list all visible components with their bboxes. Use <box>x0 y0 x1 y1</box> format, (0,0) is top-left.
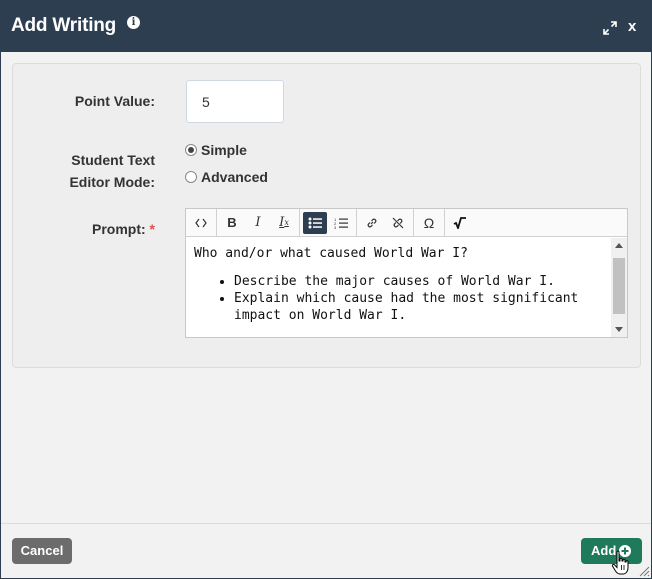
scrollbar-thumb[interactable] <box>613 258 625 314</box>
simple-radio[interactable] <box>185 144 197 156</box>
scroll-up-arrow-icon[interactable] <box>615 243 623 248</box>
advanced-radio-label[interactable]: Advanced <box>201 169 268 185</box>
bulleted-list-icon[interactable] <box>303 211 327 234</box>
italic-icon[interactable]: I <box>246 212 270 234</box>
special-character-icon[interactable]: Ω <box>417 212 441 234</box>
remove-format-icon[interactable]: Ix <box>272 212 296 234</box>
prompt-rich-text-editor: B I Ix 123 Ω Who and/or what caused Worl… <box>185 208 628 338</box>
point-value-label: Point Value: <box>74 93 155 109</box>
bold-icon[interactable]: B <box>220 212 244 234</box>
mode-option-simple[interactable]: Simple <box>185 142 247 158</box>
toolbar-group-format: B I Ix <box>217 209 300 236</box>
resize-grip-icon[interactable] <box>637 564 650 577</box>
cancel-button[interactable]: Cancel <box>12 538 72 564</box>
toolbar-group-lists: 123 <box>300 209 357 236</box>
dialog-footer <box>1 523 651 578</box>
editor-mode-label-line2: Editor Mode: <box>69 174 155 190</box>
svg-text:3: 3 <box>334 225 337 229</box>
editor-scrollbar[interactable] <box>611 238 627 337</box>
expand-icon[interactable] <box>603 21 617 35</box>
toolbar-group-source <box>186 209 217 236</box>
link-icon[interactable] <box>360 212 384 234</box>
toolbar-group-links <box>357 209 414 236</box>
required-marker: * <box>149 221 155 237</box>
dialog-title: Add Writing <box>11 15 117 36</box>
add-writing-dialog: Add Writing i x Point Value: Student Tex… <box>0 0 652 579</box>
math-sqrt-icon[interactable] <box>448 212 472 234</box>
list-item: Explain which cause had the most signifi… <box>234 290 602 324</box>
prompt-paragraph: Who and/or what caused World War I? <box>194 246 468 261</box>
prompt-label: Prompt: * <box>21 218 155 240</box>
close-button[interactable]: x <box>628 18 636 36</box>
mode-option-advanced[interactable]: Advanced <box>185 169 268 185</box>
editor-toolbar: B I Ix 123 Ω <box>186 209 627 237</box>
prompt-bullet-list: Describe the major causes of World War I… <box>194 273 602 324</box>
toolbar-group-math <box>445 209 475 236</box>
advanced-radio[interactable] <box>185 171 197 183</box>
scroll-down-arrow-icon[interactable] <box>615 327 623 332</box>
toolbar-group-special: Ω <box>414 209 445 236</box>
list-item: Describe the major causes of World War I… <box>234 273 602 290</box>
unlink-icon[interactable] <box>386 212 410 234</box>
simple-radio-label[interactable]: Simple <box>201 142 247 158</box>
point-value-input[interactable] <box>186 80 284 123</box>
numbered-list-icon[interactable]: 123 <box>329 212 353 234</box>
dialog-titlebar: Add Writing i x <box>1 1 651 52</box>
info-icon[interactable]: i <box>127 16 140 29</box>
prompt-label-text: Prompt: <box>91 221 146 237</box>
editor-content-area[interactable]: Who and/or what caused World War I? Desc… <box>186 238 610 337</box>
editor-mode-label-line1: Student Text <box>71 152 155 168</box>
hand-cursor-icon <box>611 550 629 575</box>
source-code-icon[interactable] <box>189 212 213 234</box>
